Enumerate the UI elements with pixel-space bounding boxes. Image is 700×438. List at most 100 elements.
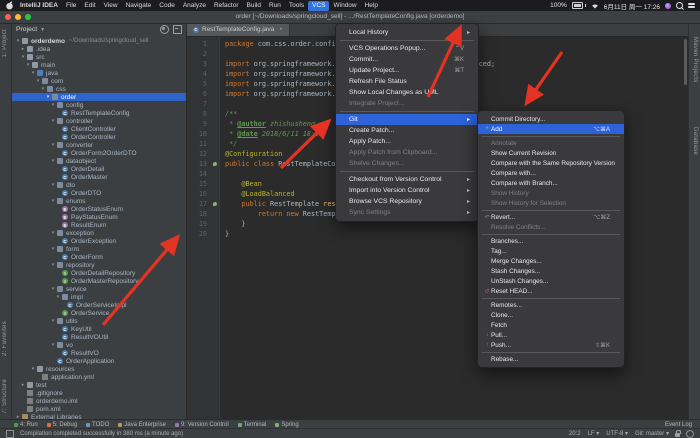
menu-item[interactable]: Update Project... ⌘T — [336, 65, 478, 76]
tree-item[interactable]: OrderDetailRepository — [12, 269, 186, 277]
tree-item[interactable]: ▾ utils — [12, 317, 186, 325]
gutter-bean-icon[interactable] — [211, 119, 219, 129]
tree-item[interactable]: ▾ exception — [12, 229, 186, 237]
menubar-item[interactable]: Help — [361, 1, 382, 11]
tree-item[interactable]: ▾ order — [12, 93, 186, 101]
menu-item[interactable]: Rebase... — [478, 354, 624, 364]
tree-item[interactable]: orderdemo.iml — [12, 397, 186, 405]
menubar-item[interactable]: Window — [329, 1, 360, 11]
menubar-item[interactable]: Navigate — [122, 1, 156, 11]
menu-item[interactable]: Branches... — [478, 236, 624, 246]
status-widget[interactable]: LF ▾ — [588, 430, 600, 437]
tree-item[interactable]: ▾ service — [12, 285, 186, 293]
menubar-item[interactable]: IntelliJ IDEA — [16, 1, 62, 11]
tree-expand-icon[interactable]: ▾ — [50, 182, 56, 188]
tree-item[interactable]: OrderService — [12, 309, 186, 317]
tree-expand-icon[interactable]: ▾ — [30, 366, 36, 372]
tree-expand-icon[interactable]: ▸ — [20, 46, 26, 52]
menu-item[interactable]: Annotate — [478, 138, 624, 148]
menubar-item[interactable]: Build — [243, 1, 265, 11]
gutter-bean-icon[interactable] — [211, 189, 219, 199]
gutter-bean-icon[interactable] — [211, 179, 219, 189]
tree-expand-icon[interactable]: ▾ — [45, 94, 51, 100]
menu-item[interactable]: Integrate Project... — [336, 98, 478, 109]
gear-icon[interactable] — [160, 25, 169, 34]
apple-logo-icon[interactable] — [5, 1, 14, 10]
tree-item[interactable]: OrderServiceImpl — [12, 301, 186, 309]
gutter-bean-icon[interactable] — [211, 39, 219, 49]
tree-expand-icon[interactable]: ▸ — [20, 382, 26, 388]
tree-item[interactable]: pom.xml — [12, 405, 186, 413]
tool-button-database[interactable]: Database — [692, 127, 698, 155]
tree-item[interactable]: .gitignore — [12, 389, 186, 397]
toggle-toolwindows-icon[interactable] — [6, 429, 14, 438]
tree-item[interactable]: PayStatusEnum — [12, 213, 186, 221]
gutter-bean-icon[interactable] — [211, 209, 219, 219]
menu-item[interactable]: Browse VCS Repository — [336, 196, 478, 207]
tree-expand-icon[interactable]: ▾ — [50, 262, 56, 268]
gutter-bean-icon[interactable] — [211, 149, 219, 159]
tree-expand-icon[interactable]: ▾ — [50, 246, 56, 252]
control-center-icon[interactable] — [688, 3, 695, 8]
event-log-button[interactable]: Event Log — [665, 422, 692, 428]
menu-item[interactable]: Compare with the Same Repository Version — [478, 158, 624, 168]
tree-item[interactable]: OrderForm — [12, 253, 186, 261]
gutter-bean-icon[interactable] — [211, 139, 219, 149]
menu-item[interactable]: Create Patch... — [336, 125, 478, 136]
status-widget[interactable]: Git: master ▾ — [635, 430, 669, 437]
zoom-window-button[interactable] — [25, 14, 31, 20]
tool-window-button[interactable]: 4: Run — [14, 422, 38, 428]
tool-window-button[interactable]: Terminal — [237, 422, 266, 428]
tree-expand-icon[interactable]: ▾ — [20, 54, 26, 60]
tree-item[interactable]: ▾ dataobject — [12, 157, 186, 165]
tree-item[interactable]: ClientController — [12, 125, 186, 133]
tree-item[interactable]: ▾ main — [12, 61, 186, 69]
menu-item[interactable]: Commit... ⌘K — [336, 54, 478, 65]
tree-item[interactable]: ▾ converter — [12, 141, 186, 149]
menubar-item[interactable]: VCS — [308, 0, 330, 11]
tree-item[interactable]: OrderException — [12, 237, 186, 245]
tree-item[interactable]: ▾ impl — [12, 293, 186, 301]
close-tab-icon[interactable]: × — [279, 27, 283, 33]
editor-scrollbar[interactable] — [684, 39, 687, 85]
gutter-bean-icon[interactable] — [211, 89, 219, 99]
tree-item[interactable]: ▾ dto — [12, 181, 186, 189]
tree-item[interactable]: ▾ form — [12, 245, 186, 253]
lock-icon[interactable] — [675, 429, 681, 437]
gutter-bean-icon[interactable] — [211, 99, 219, 109]
gutter-bean-icon[interactable] — [211, 69, 219, 79]
tree-expand-icon[interactable]: ▾ — [50, 142, 56, 148]
menu-item[interactable]: Clone... — [478, 310, 624, 320]
tool-button-maven[interactable]: Maven Projects — [692, 37, 698, 83]
gutter-bean-icon[interactable] — [211, 49, 219, 59]
chevron-down-icon[interactable]: ▼ — [40, 27, 45, 33]
menubar-clock[interactable]: 6月11日 周一 17:26 — [604, 1, 660, 11]
menu-item[interactable]: Checkout from Version Control — [336, 174, 478, 185]
gutter-bean-icon[interactable] — [211, 219, 219, 229]
siri-icon[interactable] — [665, 2, 671, 9]
gutter-bean-icon[interactable] — [211, 229, 219, 239]
tree-item[interactable]: OrderApplication — [12, 357, 186, 365]
tree-item[interactable]: ResultEnum — [12, 221, 186, 229]
menu-item[interactable]: Apply Patch from Clipboard... — [336, 147, 478, 158]
tree-item[interactable]: ▾ java — [12, 69, 186, 77]
gutter-bean-icon[interactable] — [211, 199, 219, 209]
menubar-item[interactable]: Tools — [285, 1, 308, 11]
menu-item[interactable]: Show Local Changes as UML — [336, 87, 478, 98]
menu-item[interactable]: Sync Settings — [336, 207, 478, 218]
project-panel-title[interactable]: Project — [16, 26, 37, 33]
tool-button-structure[interactable]: 7: Structure — [2, 379, 8, 414]
menu-item[interactable]: Shelve Changes... — [336, 158, 478, 169]
menubar-item[interactable]: Refactor — [210, 1, 243, 11]
status-widget[interactable]: UTF-8 ▾ — [606, 430, 628, 437]
menu-item[interactable]: Tag... — [478, 246, 624, 256]
tree-expand-icon[interactable]: ▾ — [50, 286, 56, 292]
menu-item[interactable]: Merge Changes... — [478, 256, 624, 266]
gutter-bean-icon[interactable] — [211, 79, 219, 89]
menu-item[interactable]: Remotes... — [478, 300, 624, 310]
tree-expand-icon[interactable]: ▾ — [50, 318, 56, 324]
menubar-item[interactable]: View — [100, 1, 122, 11]
menu-item[interactable]: Show Current Revision — [478, 148, 624, 158]
tree-item[interactable]: OrderDTO — [12, 189, 186, 197]
tree-expand-icon[interactable]: ▾ — [15, 38, 21, 44]
